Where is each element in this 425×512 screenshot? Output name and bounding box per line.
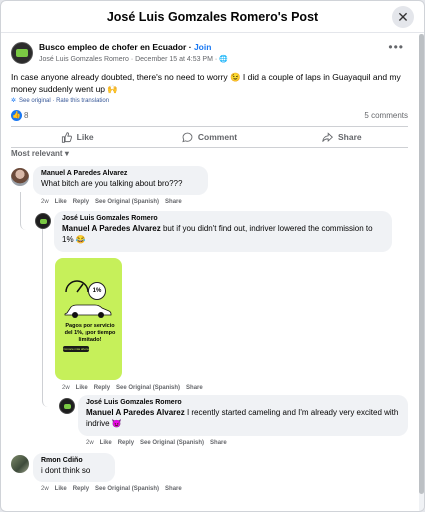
- join-link[interactable]: Join: [194, 42, 211, 52]
- promo-image[interactable]: 1% Pagos por servicio del 1%, ¡por tiemp…: [55, 258, 122, 380]
- translation-bar: ✲ See original · Rate this translation: [11, 97, 109, 104]
- like-icon: 👍: [11, 110, 22, 121]
- close-icon: ✕: [397, 8, 409, 25]
- comment-see-original-button[interactable]: See Original (Spanish): [140, 440, 204, 446]
- post-actions: Like Comment Share: [11, 126, 408, 148]
- comment-button[interactable]: Comment: [143, 127, 275, 147]
- thread-line: [42, 229, 43, 401]
- comment-text: Manuel A Paredes Alvarez but if you didn…: [62, 223, 384, 245]
- post-dialog: José Luis Gomzales Romero's Post ✕ Busco…: [0, 0, 425, 512]
- avatar[interactable]: [35, 213, 51, 229]
- comment-reply-button[interactable]: Reply: [73, 199, 89, 205]
- like-button[interactable]: Like: [11, 127, 143, 147]
- share-label: Share: [338, 132, 362, 142]
- like-count[interactable]: 8: [24, 111, 28, 120]
- separator: ·: [186, 42, 194, 52]
- post-author[interactable]: José Luis Gomzales Romero: [39, 56, 129, 63]
- comment-author[interactable]: José Luis Gomzales Romero: [86, 399, 400, 406]
- comment-text: i dont think so: [41, 466, 91, 475]
- post-date[interactable]: December 15 at 4:53 PM: [135, 56, 213, 63]
- comment-bubble: José Luis Gomzales Romero Manuel A Pared…: [54, 211, 392, 252]
- comment-author[interactable]: José Luis Gomzales Romero: [62, 215, 384, 222]
- comment-count[interactable]: 5 comments: [364, 111, 408, 120]
- thread-line: [20, 222, 30, 230]
- post-meta: José Luis Gomzales Romero · December 15 …: [39, 55, 228, 63]
- avatar[interactable]: [11, 168, 29, 186]
- group-line: Busco empleo de chofer en Ecuador · Join: [39, 42, 211, 52]
- comment-time[interactable]: 2w: [86, 440, 94, 446]
- comment-actions: 2w Like Reply See Original (Spanish) Share: [41, 486, 188, 492]
- share-icon: [322, 131, 333, 142]
- like-icon: [61, 131, 72, 143]
- comment-bubble: José Luis Gomzales Romero Manuel A Pared…: [78, 395, 408, 436]
- comment-see-original-button[interactable]: See Original (Spanish): [95, 486, 159, 492]
- comment-see-original-button[interactable]: See Original (Spanish): [95, 199, 159, 205]
- comment-time[interactable]: 2w: [62, 385, 70, 391]
- comment-bubble: Rmon Cdiño i dont think so: [33, 453, 115, 482]
- more-icon: •••: [388, 40, 404, 54]
- speedometer-icon: [65, 280, 89, 293]
- rate-translation-link[interactable]: Rate this translation: [56, 98, 109, 104]
- thread-line: [20, 192, 21, 222]
- like-label: Like: [76, 132, 94, 142]
- comment-actions: 2w Like Reply See Original (Spanish) Share: [41, 199, 188, 205]
- comment-author[interactable]: Rmon Cdiño: [41, 457, 107, 464]
- comment-like-button[interactable]: Like: [55, 486, 67, 492]
- comment-sort[interactable]: Most relevant ▾: [11, 149, 69, 158]
- comment-text: Manuel A Paredes Alvarez I recently star…: [86, 407, 400, 429]
- comment-time[interactable]: 2w: [41, 486, 49, 492]
- comment-label: Comment: [197, 132, 238, 142]
- post-content: Busco empleo de chofer en Ecuador · Join…: [1, 34, 418, 511]
- comment-like-button[interactable]: Like: [76, 385, 88, 391]
- comment-bubble: Manuel A Paredes Alvarez What bitch are …: [33, 166, 208, 195]
- comment-reply-button[interactable]: Reply: [118, 440, 134, 446]
- comment-like-button[interactable]: Like: [55, 199, 67, 205]
- post-header: Busco empleo de chofer en Ecuador · Join…: [11, 40, 408, 68]
- share-button[interactable]: Share: [276, 127, 408, 147]
- comment-see-original-button[interactable]: See Original (Spanish): [116, 385, 180, 391]
- more-button[interactable]: •••: [388, 40, 404, 54]
- comment-share-button[interactable]: Share: [165, 486, 182, 492]
- sort-label: Most relevant: [11, 149, 63, 158]
- comment-share-button[interactable]: Share: [210, 440, 227, 446]
- close-button[interactable]: ✕: [392, 6, 414, 28]
- dialog-title: José Luis Gomzales Romero's Post: [106, 9, 319, 24]
- see-original-link[interactable]: See original: [19, 98, 51, 104]
- comment-icon: [182, 132, 193, 142]
- comment-reply-button[interactable]: Reply: [94, 385, 110, 391]
- mention-link[interactable]: Manuel A Paredes Alvarez: [86, 408, 185, 417]
- scrollbar[interactable]: [419, 34, 424, 511]
- mention-link[interactable]: Manuel A Paredes Alvarez: [62, 224, 161, 233]
- comment-actions: 2w Like Reply See Original (Spanish) Share: [62, 385, 209, 391]
- post-text: In case anyone already doubted, there's …: [11, 72, 401, 94]
- promo-percent: 1%: [88, 282, 106, 300]
- gear-icon: ✲: [11, 98, 17, 104]
- post-stats: 👍 8 5 comments: [11, 110, 408, 122]
- thread-line: [42, 399, 56, 407]
- group-avatar[interactable]: [11, 42, 33, 64]
- comment-like-button[interactable]: Like: [100, 440, 112, 446]
- comment-share-button[interactable]: Share: [165, 199, 182, 205]
- promo-text: Pagos por servicio del 1%, ¡por tiempo l…: [64, 323, 116, 343]
- car-icon: [64, 304, 112, 318]
- comment-actions: 2w Like Reply See Original (Spanish) Share: [86, 440, 233, 446]
- promo-button: Conoce más ahora: [63, 346, 89, 352]
- globe-icon: 🌐: [219, 56, 228, 63]
- comment-author[interactable]: Manuel A Paredes Alvarez: [41, 170, 200, 177]
- comment-text: What bitch are you talking about bro???: [41, 179, 183, 188]
- chevron-down-icon: ▾: [64, 149, 69, 158]
- comment-share-button[interactable]: Share: [186, 385, 203, 391]
- comment-reply-button[interactable]: Reply: [73, 486, 89, 492]
- group-name[interactable]: Busco empleo de chofer en Ecuador: [39, 42, 186, 52]
- avatar[interactable]: [59, 398, 75, 414]
- dialog-header: José Luis Gomzales Romero's Post ✕: [1, 1, 424, 33]
- avatar[interactable]: [11, 455, 29, 473]
- comment-time[interactable]: 2w: [41, 199, 49, 205]
- scrollbar-thumb[interactable]: [419, 34, 424, 494]
